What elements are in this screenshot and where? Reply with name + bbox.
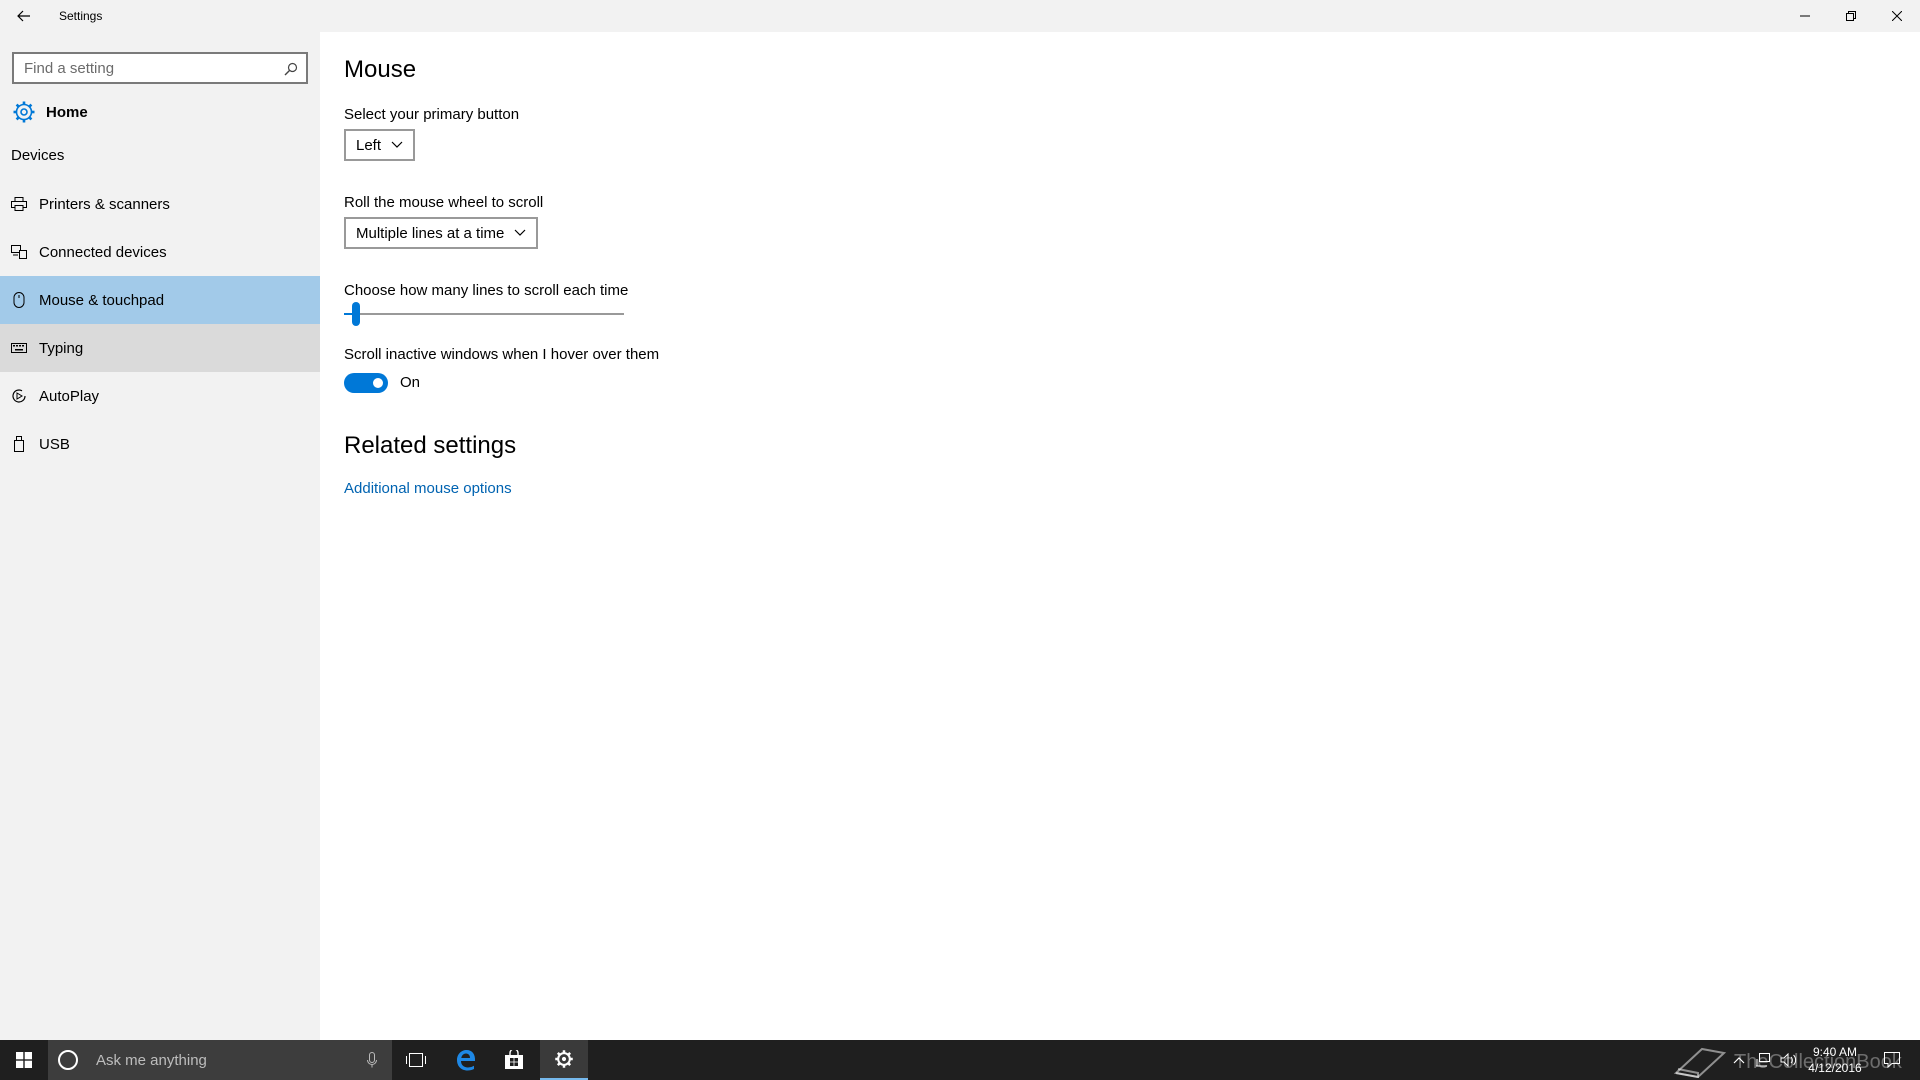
wheel-scroll-value: Multiple lines at a time bbox=[356, 224, 505, 242]
network-button[interactable] bbox=[1752, 1040, 1774, 1080]
close-button[interactable] bbox=[1874, 0, 1920, 32]
wheel-scroll-label: Roll the mouse wheel to scroll bbox=[344, 194, 544, 211]
sidebar-item-typing[interactable]: Typing bbox=[0, 324, 320, 372]
autoplay-icon bbox=[11, 388, 27, 404]
lines-to-scroll-label: Choose how many lines to scroll each tim… bbox=[344, 282, 629, 299]
inactive-scroll-state: On bbox=[400, 374, 421, 391]
sidebar-item-autoplay[interactable]: AutoPlay bbox=[0, 372, 320, 420]
task-view-icon bbox=[406, 1053, 426, 1067]
task-view-button[interactable] bbox=[392, 1040, 440, 1080]
minimize-icon bbox=[1800, 15, 1810, 17]
keyboard-icon bbox=[11, 340, 27, 356]
printer-icon bbox=[11, 196, 27, 212]
restore-button[interactable] bbox=[1828, 0, 1874, 32]
show-hidden-icons-button[interactable] bbox=[1730, 1040, 1748, 1080]
sidebar-item-label: Typing bbox=[39, 339, 84, 357]
sidebar-item-usb[interactable]: USB bbox=[0, 420, 320, 468]
restore-icon bbox=[1846, 11, 1856, 21]
related-settings-title: Related settings bbox=[344, 432, 517, 459]
sidebar-item-printers-scanners[interactable]: Printers & scanners bbox=[0, 180, 320, 228]
edge-browser-button[interactable] bbox=[442, 1040, 490, 1080]
mouse-icon bbox=[11, 292, 27, 308]
gear-icon bbox=[13, 101, 35, 123]
find-setting-search bbox=[12, 52, 308, 84]
cortana-search-box[interactable]: Ask me anything bbox=[48, 1040, 392, 1080]
network-icon bbox=[1756, 1053, 1770, 1067]
store-icon bbox=[505, 1050, 523, 1069]
primary-button-dropdown[interactable]: Left bbox=[344, 129, 416, 161]
sidebar-item-label: Mouse & touchpad bbox=[39, 291, 165, 309]
home-label: Home bbox=[46, 103, 88, 121]
book-watermark-icon bbox=[1673, 1047, 1727, 1078]
sidebar-item-connected-devices[interactable]: Connected devices bbox=[0, 228, 320, 276]
sidebar-item-mouse-touchpad[interactable]: Mouse & touchpad bbox=[0, 276, 320, 324]
primary-button-label: Select your primary button bbox=[344, 106, 520, 123]
connected-devices-icon bbox=[11, 244, 27, 260]
clock-date: 4/12/2016 bbox=[1808, 1061, 1862, 1075]
additional-mouse-options-link[interactable]: Additional mouse options bbox=[344, 480, 512, 497]
chevron-up-icon bbox=[1733, 1057, 1745, 1064]
usb-icon bbox=[11, 436, 27, 452]
volume-button[interactable] bbox=[1778, 1040, 1800, 1080]
inactive-scroll-toggle[interactable] bbox=[344, 373, 388, 393]
home-nav-item[interactable]: Home bbox=[0, 92, 320, 132]
section-title: Devices bbox=[11, 147, 65, 164]
sidebar-item-label: Connected devices bbox=[39, 243, 167, 261]
page-title: Mouse bbox=[344, 56, 417, 83]
close-icon bbox=[1892, 11, 1902, 21]
store-button[interactable] bbox=[490, 1040, 538, 1080]
clock[interactable]: 9:40 AM 4/12/2016 bbox=[1800, 1044, 1870, 1076]
cortana-icon bbox=[58, 1050, 78, 1070]
windows-logo-icon bbox=[16, 1052, 32, 1068]
wheel-scroll-dropdown[interactable]: Multiple lines at a time bbox=[344, 217, 539, 249]
toggle-knob bbox=[373, 378, 383, 388]
inactive-scroll-label: Scroll inactive windows when I hover ove… bbox=[344, 346, 660, 363]
slider-thumb[interactable] bbox=[352, 302, 360, 326]
search-icon[interactable] bbox=[280, 58, 302, 80]
gear-icon bbox=[555, 1050, 573, 1068]
chevron-down-icon bbox=[514, 227, 526, 239]
slider-track bbox=[344, 313, 624, 315]
find-setting-input[interactable] bbox=[14, 54, 264, 82]
lines-to-scroll-slider[interactable] bbox=[344, 298, 624, 328]
clock-time: 9:40 AM bbox=[1812, 1045, 1858, 1059]
sidebar-item-label: USB bbox=[39, 435, 70, 453]
speaker-icon bbox=[1780, 1053, 1797, 1067]
settings-taskbar-button[interactable] bbox=[540, 1040, 588, 1080]
chevron-down-icon bbox=[391, 139, 403, 151]
notification-icon bbox=[1884, 1052, 1900, 1068]
sidebar-item-label: AutoPlay bbox=[39, 387, 100, 405]
back-arrow-icon bbox=[17, 10, 30, 22]
microphone-icon[interactable] bbox=[362, 1050, 382, 1070]
sidebar-item-label: Printers & scanners bbox=[39, 195, 170, 213]
start-button[interactable] bbox=[0, 1040, 48, 1080]
taskbar: Ask me anything TheCollectionBook 9:40 A… bbox=[0, 1040, 1920, 1080]
cortana-search-placeholder: Ask me anything bbox=[96, 1051, 207, 1069]
window-title: Settings bbox=[59, 9, 103, 23]
minimize-button[interactable] bbox=[1782, 0, 1828, 32]
title-bar: Settings bbox=[0, 0, 1920, 32]
action-center-button[interactable] bbox=[1876, 1040, 1908, 1080]
back-button[interactable] bbox=[8, 0, 40, 32]
edge-icon bbox=[457, 1050, 476, 1071]
primary-button-value: Left bbox=[356, 136, 382, 154]
sidebar: Home Devices Printers & scanners Connect… bbox=[0, 32, 320, 1040]
